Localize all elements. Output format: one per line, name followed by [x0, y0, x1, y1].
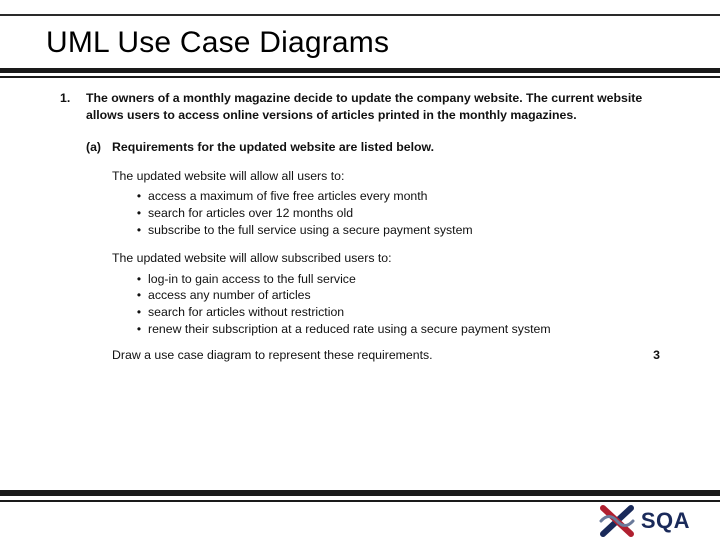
- title-underline: [0, 68, 720, 78]
- sqa-logo: SQA: [599, 504, 690, 538]
- part-label: (a): [86, 139, 112, 156]
- list-item: •subscribe to the full service using a s…: [130, 222, 660, 239]
- list-item-text: subscribe to the full service using a se…: [148, 222, 660, 239]
- list-item-text: renew their subscription at a reduced ra…: [148, 321, 660, 338]
- group1-intro: The updated website will allow all users…: [112, 168, 660, 185]
- list-item-text: log-in to gain access to the full servic…: [148, 271, 660, 288]
- list-item: •access any number of articles: [130, 287, 660, 304]
- slide: UML Use Case Diagrams 1. The owners of a…: [0, 0, 720, 540]
- list-item-text: access a maximum of five free articles e…: [148, 188, 660, 205]
- group2-list: •log-in to gain access to the full servi…: [130, 271, 660, 337]
- list-item: •renew their subscription at a reduced r…: [130, 321, 660, 338]
- marks: 3: [640, 347, 660, 364]
- group1-list: •access a maximum of five free articles …: [130, 188, 660, 238]
- list-item: •log-in to gain access to the full servi…: [130, 271, 660, 288]
- instruction-row: Draw a use case diagram to represent the…: [112, 347, 660, 364]
- list-item: •access a maximum of five free articles …: [130, 188, 660, 205]
- bottom-rule: [0, 490, 720, 502]
- slide-body: 1. The owners of a monthly magazine deci…: [60, 90, 660, 364]
- list-item-text: access any number of articles: [148, 287, 660, 304]
- logo-text: SQA: [641, 508, 690, 534]
- question-text: The owners of a monthly magazine decide …: [86, 90, 660, 123]
- list-item-text: search for articles without restriction: [148, 304, 660, 321]
- part-text: Requirements for the updated website are…: [112, 139, 660, 156]
- top-rule: [0, 14, 720, 16]
- list-item-text: search for articles over 12 months old: [148, 205, 660, 222]
- instruction-text: Draw a use case diagram to represent the…: [112, 347, 640, 364]
- question-number: 1.: [60, 90, 86, 123]
- list-item: •search for articles over 12 months old: [130, 205, 660, 222]
- slide-title: UML Use Case Diagrams: [46, 26, 389, 60]
- part-row: (a) Requirements for the updated website…: [60, 139, 660, 156]
- sqa-mark-icon: [599, 504, 635, 538]
- question-row: 1. The owners of a monthly magazine deci…: [60, 90, 660, 123]
- group2-intro: The updated website will allow subscribe…: [112, 250, 660, 267]
- list-item: •search for articles without restriction: [130, 304, 660, 321]
